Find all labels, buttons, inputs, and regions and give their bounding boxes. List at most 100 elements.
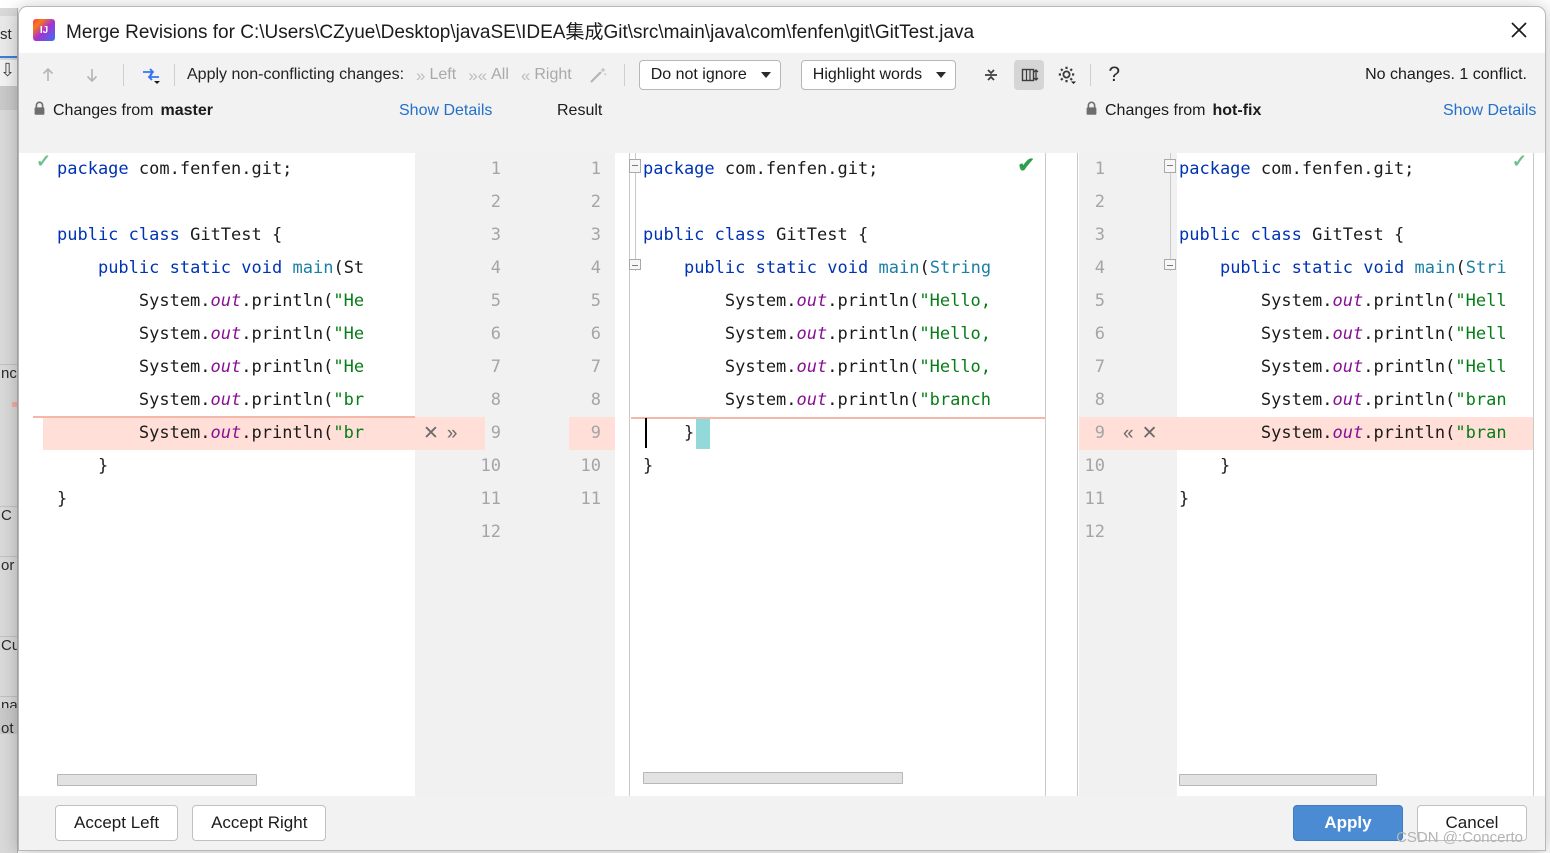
left-show-details-link[interactable]: Show Details [399,97,492,125]
cancel-button[interactable]: Cancel [1417,805,1527,841]
line-number: 9 [590,423,601,443]
lock-icon [33,101,46,121]
code-line: System.out.println("branch [643,390,992,410]
background-row: Cu [0,636,17,662]
line-number: 5 [490,291,501,311]
result-left-linenumbers: ✕ » 1 2 3 4 5 6 7 8 9 10 11 12 [415,153,515,798]
line-number: 1 [490,159,501,179]
code-line: } [57,456,109,476]
line-number: 5 [1094,291,1105,311]
help-icon[interactable]: ? [1099,60,1129,90]
left-pane-header: Changes from master [33,97,213,125]
line-number: 6 [490,324,501,344]
code-line: } [1179,456,1231,476]
apply-nonconflicting-label: Apply non-conflicting changes: [187,66,405,83]
editor-settings-icon[interactable] [1014,60,1045,90]
apply-button[interactable]: Apply [1293,805,1403,841]
code-line: public class GitTest { [1179,225,1405,245]
code-line: System.out.println("bran [1179,423,1507,443]
apply-left-action[interactable]: » Left [416,66,456,84]
apply-all-resolvable-conflicts-icon[interactable] [136,60,166,90]
code-line: package com.fenfen.git; [57,159,293,179]
gear-icon[interactable] [1052,60,1082,90]
result-editor-pane[interactable]: package com.fenfen.git; public class Git… [631,153,1045,798]
background-selection [0,86,17,110]
accept-right-button[interactable]: Accept Right [192,805,327,841]
line-number: 2 [590,192,601,212]
code-line: } [643,456,654,476]
right-conflict-actions[interactable]: « ✕ [1123,417,1158,450]
right-horizontal-scrollbar[interactable] [1179,774,1377,786]
line-number: 10 [580,456,601,476]
apply-left-label: Left [429,66,457,83]
apply-right-action[interactable]: « Right [521,66,572,84]
right-show-details-link[interactable]: Show Details [1443,97,1536,125]
chevron-left-double-icon: « [520,65,531,85]
line-number: 4 [1094,258,1105,278]
highlight-policy-value: Highlight words [812,66,923,83]
checkmark-icon: ✔ [1017,154,1035,177]
code-line: System.out.println("br [57,390,365,410]
checkmark-icon: ✓ [1511,153,1527,171]
background-ide-window: st ⇩ nc C or Cu na ot [0,8,18,853]
code-line: System.out.println("Hell [1179,357,1507,377]
line-number: 11 [1084,489,1105,509]
magic-wand-icon[interactable] [582,60,612,90]
checkmark-icon: ✓ [36,153,52,171]
dialog-title: Merge Revisions for C:\Users\CZyue\Deskt… [66,21,975,43]
line-number: 5 [590,291,601,311]
collapse-unchanged-fragments-icon[interactable] [976,60,1006,90]
toolbar-separator [1090,64,1092,86]
left-header-prefix: Changes from [53,102,154,119]
accept-right-conflict-icon[interactable]: « [1123,423,1134,445]
background-tab: st [0,16,17,58]
code-line: } [1179,489,1190,509]
line-number: 7 [590,357,601,377]
result-horizontal-scrollbar[interactable] [643,772,903,784]
code-line: public static void main(String [683,258,992,278]
left-horizontal-scrollbar[interactable] [57,774,257,786]
chevron-both-icon: »« [468,65,488,85]
line-number: 7 [1094,357,1105,377]
line-number: 3 [490,225,501,245]
code-line: System.out.println("He [57,324,365,344]
right-editor-pane[interactable]: package com.fenfen.git; public class Git… [1177,153,1533,798]
fold-collapse-icon[interactable] [629,159,641,173]
diff-status-text: No changes. 1 conflict. [1365,66,1527,83]
lock-icon [1085,101,1098,121]
line-number: 8 [590,390,601,410]
line-number: 7 [490,357,501,377]
code-line: package com.fenfen.git; [1179,159,1415,179]
highlight-policy-dropdown[interactable]: Highlight words [800,60,957,90]
left-header-branch: master [160,102,213,119]
code-line: System.out.println("bran [1179,390,1507,410]
merge-revisions-dialog: Merge Revisions for C:\Users\CZyue\Deskt… [18,6,1546,851]
line-number: 11 [480,489,501,509]
right-header-branch: hot-fix [1212,102,1262,119]
fold-collapse-icon[interactable] [1164,259,1176,270]
code-line: System.out.println("He [57,291,365,311]
ignore-policy-dropdown[interactable]: Do not ignore [638,60,781,90]
result-pane-header: Result [557,102,603,119]
background-row: ot [1,720,14,737]
left-code-text: package com.fenfen.git; public class Git… [57,153,364,516]
apply-all-action[interactable]: »« All [468,66,509,84]
left-editor-pane[interactable]: ✓ package com.fenfen.git; public class G… [33,153,415,798]
reject-conflict-icon[interactable]: ✕ [1142,422,1158,445]
line-number: 10 [1084,456,1105,476]
line-number: 2 [490,192,501,212]
close-icon[interactable] [1493,7,1545,53]
code-line: System.out.println("Hell [1179,324,1507,344]
chevron-down-icon [760,72,771,78]
line-number: 9 [490,423,501,443]
code-line: System.out.println("Hello, [643,291,992,311]
fold-collapse-icon[interactable] [629,259,641,270]
apply-all-label: All [491,66,509,83]
background-row: or [0,556,17,582]
accept-left-button[interactable]: Accept Left [55,805,179,841]
code-line: System.out.println("Hello, [643,324,992,344]
next-difference-icon[interactable] [77,60,107,90]
pane-divider [1045,153,1046,798]
previous-difference-icon[interactable] [33,60,63,90]
fold-collapse-icon[interactable] [1164,159,1176,173]
